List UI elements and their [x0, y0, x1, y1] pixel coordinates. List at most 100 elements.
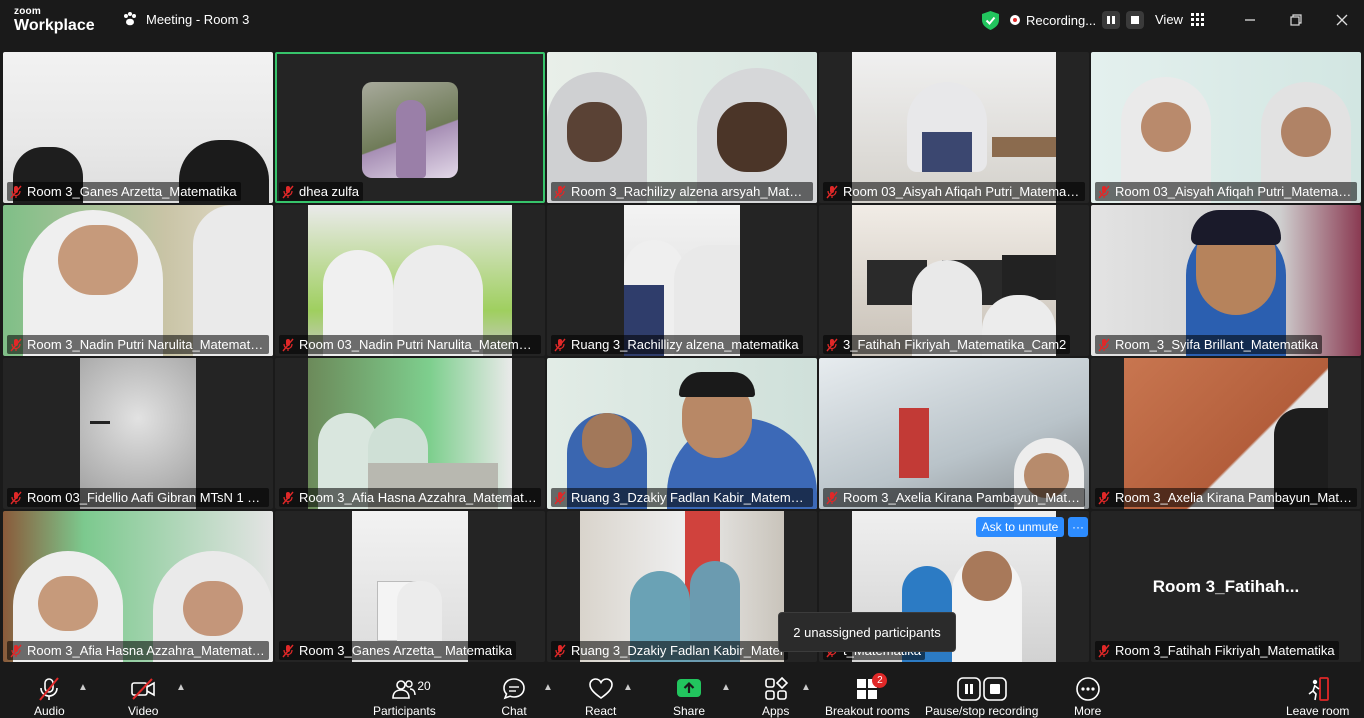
participant-name: Room 3_Ganes Arzetta_ Matematika [279, 641, 517, 660]
more-label: More [1074, 704, 1102, 718]
mic-off-icon [10, 338, 22, 351]
mic-off-icon [1098, 491, 1110, 504]
video-feed [3, 205, 273, 356]
pause-icon [1107, 16, 1116, 24]
video-label: Video [128, 704, 159, 718]
video-tile[interactable]: Room 3_Afia Hasna Azzahra_Matematika [3, 511, 273, 662]
video-feed [3, 52, 273, 203]
video-tile[interactable]: Room 3_Ganes Arzetta_ Matematika [275, 511, 545, 662]
video-tile[interactable]: Room 3_Axelia Kirana Pambayun_Matematika [819, 358, 1089, 509]
leave-room-button[interactable]: Leave room [1286, 676, 1349, 718]
apps-options-caret-icon[interactable]: ▲ [801, 682, 811, 693]
audio-button[interactable]: Audio [34, 676, 65, 718]
video-tile[interactable]: Room 3_Ganes Arzetta_Matematika [3, 52, 273, 203]
mic-off-icon [282, 644, 294, 657]
participant-name: Room 3_Axelia Kirana Pambayun_Matematika [823, 488, 1085, 507]
participant-name: Room 3_Nadin Putri Narulita_Matematika [7, 335, 269, 354]
video-tile[interactable]: Room 03_Aisyah Afiqah Putri_Matematika [1091, 52, 1361, 203]
video-options-caret-icon[interactable]: ▲ [176, 682, 186, 693]
video-tile[interactable]: Room 03_Aisyah Afiqah Putri_Matematika [819, 52, 1089, 203]
video-tile[interactable]: Ruang 3_Rachillizy alzena_matematika [547, 205, 817, 356]
share-icon [677, 679, 702, 697]
mic-off-icon [826, 491, 838, 504]
mic-off-icon [10, 185, 22, 198]
chat-button[interactable]: Chat [501, 676, 527, 718]
video-tile[interactable]: Room_3_Syifa Brillant_Matematika [1091, 205, 1361, 356]
video-feed [547, 52, 817, 203]
brand-big: Workplace [14, 17, 95, 34]
breakout-rooms-button[interactable]: 2 Breakout rooms [825, 673, 910, 718]
video-grid: Room 3_Ganes Arzetta_Matematika dhea zul… [0, 50, 1364, 665]
mic-off-icon [282, 185, 294, 198]
heart-icon [588, 678, 613, 699]
participants-icon [392, 680, 417, 699]
video-tile[interactable]: Room 03_Fidellio Aafi Gibran MTsN 1 Tulu… [3, 358, 273, 509]
pause-stop-recording-button[interactable]: Pause/stop recording [925, 676, 1038, 718]
video-tile[interactable]: Room 3_Rachilizy alzena arsyah_Matematik… [547, 52, 817, 203]
shield-icon[interactable] [982, 11, 999, 30]
mic-off-icon [282, 338, 294, 351]
share-options-caret-icon[interactable]: ▲ [721, 682, 731, 693]
video-tile[interactable]: Ruang 3_Dzakiy Fadlan Kabir_Mater [547, 511, 817, 662]
video-tile[interactable]: Room 03_Nadin Putri Narulita_Matematika [275, 205, 545, 356]
tile-more-button[interactable]: ··· [1068, 517, 1088, 537]
participant-name: Room 03_Aisyah Afiqah Putri_Matematika [1095, 182, 1357, 201]
apps-icon [764, 676, 788, 700]
apps-button[interactable]: Apps [762, 676, 789, 718]
react-options-caret-icon[interactable]: ▲ [623, 682, 633, 693]
share-label: Share [673, 704, 706, 718]
chat-icon [503, 678, 525, 700]
minimize-icon [1245, 19, 1255, 21]
unassigned-participants-tooltip[interactable]: 2 unassigned participants [778, 612, 956, 652]
recording-indicator: Recording... [1010, 11, 1145, 29]
participant-name: Room_3_Syifa Brillant_Matematika [1095, 335, 1323, 354]
restore-button[interactable] [1286, 10, 1306, 30]
view-button[interactable]: View [1155, 12, 1204, 27]
video-tile[interactable]: Room 3_Afia Hasna Azzahra_Matematika [275, 358, 545, 509]
recording-label: Recording... [1026, 12, 1097, 28]
grid-icon [1190, 13, 1204, 26]
mic-off-icon [554, 644, 566, 657]
stop-recording-button[interactable] [1126, 11, 1145, 29]
video-tile[interactable]: Room 3_Axelia Kirana Pambayun_Matematika [1091, 358, 1361, 509]
minimize-button[interactable] [1240, 10, 1260, 30]
participant-name: Room 03_Fidellio Aafi Gibran MTsN 1 Tulu… [7, 488, 269, 507]
meeting-title[interactable]: Meeting - Room 3 [122, 11, 249, 27]
video-tile-no-video[interactable]: Room 3_Fatihah... Room 3_Fatihah Fikriya… [1091, 511, 1361, 662]
participant-name: 3_Fatihah Fikriyah_Matematika_Cam2 [823, 335, 1071, 354]
video-feed [819, 358, 1089, 509]
pause-recording-button[interactable] [1102, 11, 1121, 29]
recording-dot-icon [1010, 15, 1020, 25]
more-icon [1075, 677, 1100, 701]
more-button[interactable]: More [1074, 676, 1101, 718]
video-tile[interactable]: Ruang 3_Dzakiy Fadlan Kabir_Matematika [547, 358, 817, 509]
chat-options-caret-icon[interactable]: ▲ [543, 682, 553, 693]
video-tile[interactable]: Room 3_Nadin Putri Narulita_Matematika [3, 205, 273, 356]
restore-icon [1290, 14, 1302, 26]
video-tile-active-speaker[interactable]: dhea zulfa [275, 52, 545, 203]
participant-display-name: Room 3_Fatihah... [1152, 577, 1300, 596]
ask-to-unmute-button[interactable]: Ask to unmute [976, 517, 1064, 537]
video-feed [3, 511, 273, 662]
video-feed [1091, 205, 1361, 356]
participants-button[interactable]: 20 Participants [373, 676, 436, 718]
participant-name: Room 3_Fatihah Fikriyah_Matematika [1095, 641, 1339, 660]
video-feed [624, 205, 740, 356]
participant-name: dhea zulfa [279, 182, 363, 201]
audio-options-caret-icon[interactable]: ▲ [78, 682, 88, 693]
participant-name: Room 03_Aisyah Afiqah Putri_Matematika [823, 182, 1085, 201]
mic-off-icon [554, 491, 566, 504]
mic-off-icon [10, 644, 22, 657]
video-button[interactable]: Video [128, 676, 158, 718]
audio-label: Audio [34, 704, 65, 718]
react-button[interactable]: React [585, 676, 616, 718]
share-button[interactable]: Share [673, 676, 705, 718]
breakout-badge: 2 [872, 673, 888, 688]
participant-name: Room 3_Axelia Kirana Pambayun_Matematika [1095, 488, 1357, 507]
close-button[interactable] [1332, 10, 1352, 30]
video-feed [547, 358, 817, 509]
participant-name: Room 3_Afia Hasna Azzahra_Matematika [279, 488, 541, 507]
participant-name: Ruang 3_Rachillizy alzena_matematika [551, 335, 803, 354]
video-tile[interactable]: 3_Fatihah Fikriyah_Matematika_Cam2 [819, 205, 1089, 356]
view-label: View [1155, 12, 1183, 27]
